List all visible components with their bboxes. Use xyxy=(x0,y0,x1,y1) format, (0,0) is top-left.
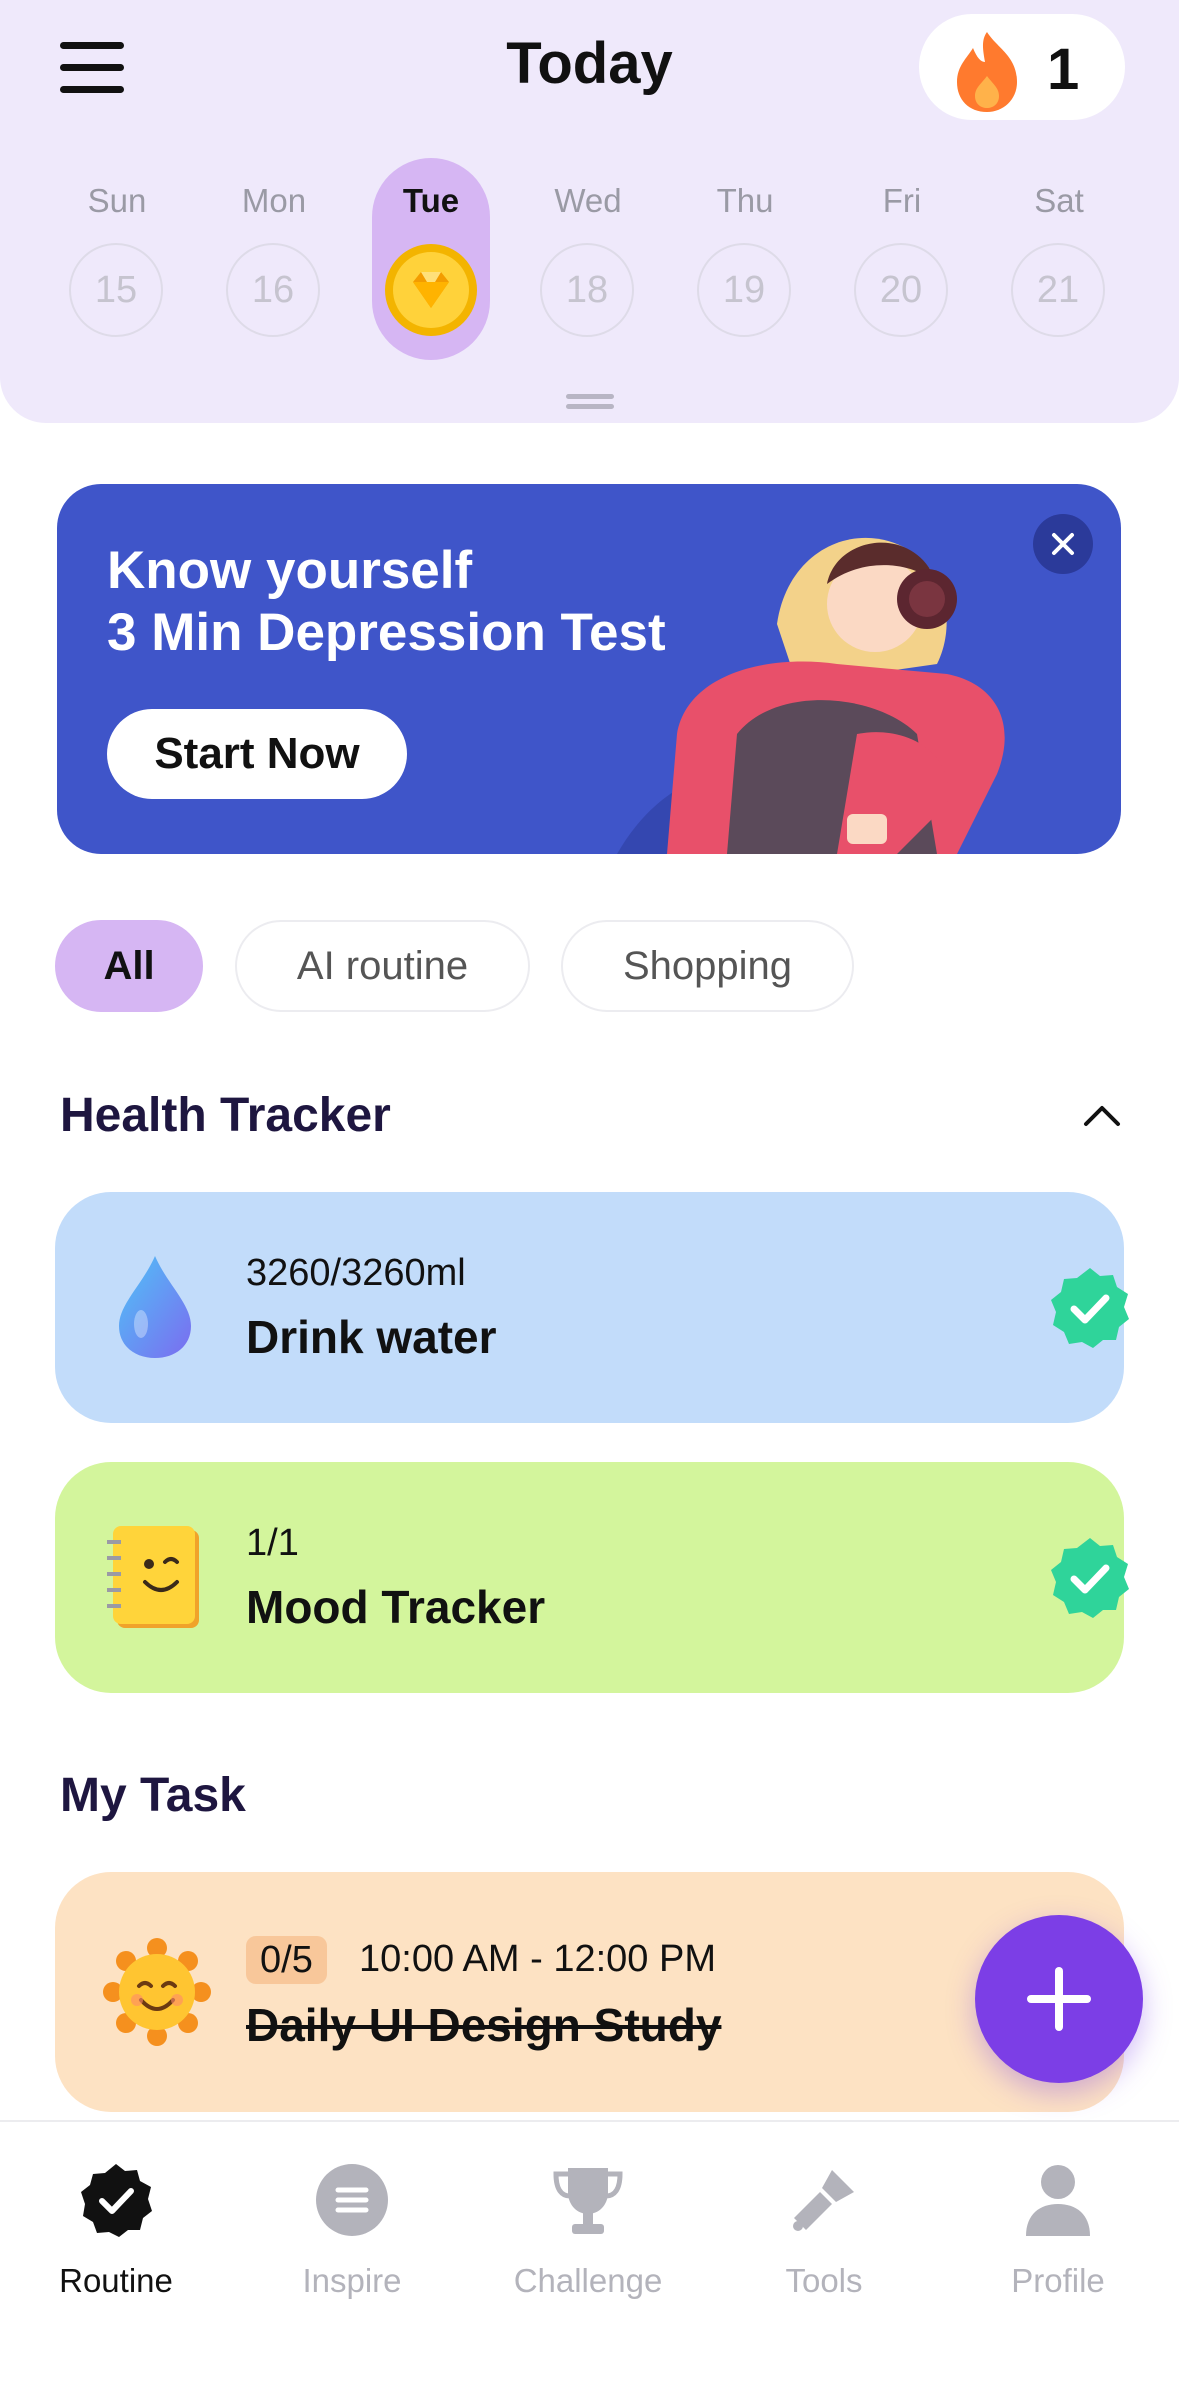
gem-coin-icon xyxy=(385,244,477,336)
water-title: Drink water xyxy=(246,1311,497,1363)
badge-check-icon xyxy=(81,2164,152,2237)
nav-label: Tools xyxy=(785,2262,863,2299)
task-progress-badge: 0/5 xyxy=(246,1936,327,1984)
day-label: Tue xyxy=(402,182,460,219)
sun-smile-icon xyxy=(103,1938,211,2046)
day-thu[interactable]: Thu 19 xyxy=(686,150,804,352)
promo-banner[interactable]: Know yourself 3 Min Depression Test Star… xyxy=(57,484,1121,854)
close-icon[interactable] xyxy=(1033,514,1093,574)
bottom-nav: Routine Inspire Challenge Tools Profile xyxy=(0,2120,1179,2398)
notebook-emoji-icon xyxy=(107,1526,199,1628)
nav-inspire[interactable]: Inspire xyxy=(252,2162,452,2312)
tools-icon xyxy=(793,2170,854,2231)
nav-profile[interactable]: Profile xyxy=(958,2162,1158,2312)
nav-label: Inspire xyxy=(302,2262,402,2299)
day-label: Sun xyxy=(87,182,147,219)
mood-title: Mood Tracker xyxy=(246,1581,546,1633)
mood-tracker-card[interactable]: 1/1 Mood Tracker xyxy=(55,1462,1129,1693)
chevron-up-icon[interactable] xyxy=(1080,1100,1124,1130)
inspire-icon xyxy=(316,2164,388,2236)
day-label: Thu xyxy=(716,182,774,219)
week-strip: Sun 15 Mon 16 Tue Wed 18 Thu 19 Fri 20 S… xyxy=(0,150,1179,360)
water-progress: 3260/3260ml xyxy=(246,1252,466,1294)
nav-challenge[interactable]: Challenge xyxy=(488,2162,688,2312)
drag-handle[interactable] xyxy=(566,394,614,410)
filter-chip-ai-routine[interactable]: AI routine xyxy=(235,920,530,1012)
day-sun[interactable]: Sun 15 xyxy=(58,150,176,352)
nav-label: Profile xyxy=(1011,2262,1105,2299)
day-label: Mon xyxy=(241,182,307,219)
day-label: Sat xyxy=(1034,182,1084,219)
day-wed[interactable]: Wed 18 xyxy=(529,150,647,352)
streak-badge[interactable]: 1 xyxy=(919,14,1125,120)
day-date: 19 xyxy=(697,243,791,337)
day-label: Wed xyxy=(554,182,622,219)
banner-headline: Know yourself xyxy=(107,541,473,600)
water-drop-icon xyxy=(119,1256,191,1358)
start-now-button[interactable]: Start Now xyxy=(107,709,407,799)
day-tue[interactable]: Tue xyxy=(372,158,490,360)
banner-subheadline: 3 Min Depression Test xyxy=(107,603,666,662)
day-date: 15 xyxy=(69,243,163,337)
nav-tools[interactable]: Tools xyxy=(724,2162,924,2312)
nav-label: Challenge xyxy=(513,2262,663,2299)
day-date: 21 xyxy=(1011,243,1105,337)
day-label: Fri xyxy=(882,182,922,219)
day-date: 16 xyxy=(226,243,320,337)
streak-count: 1 xyxy=(1047,37,1080,102)
task-card[interactable]: 0/5 10:00 AM - 12:00 PM Daily UI Design … xyxy=(55,1872,1124,2112)
filter-chip-all[interactable]: All xyxy=(55,920,203,1012)
health-tracker-title: Health Tracker xyxy=(60,1089,391,1142)
mood-progress: 1/1 xyxy=(246,1522,299,1564)
filter-chip-shopping[interactable]: Shopping xyxy=(561,920,854,1012)
drink-water-card[interactable]: 3260/3260ml Drink water xyxy=(55,1192,1129,1423)
add-task-button[interactable] xyxy=(975,1915,1143,2083)
day-sat[interactable]: Sat 21 xyxy=(1000,150,1118,352)
day-fri[interactable]: Fri 20 xyxy=(843,150,961,352)
checkmark-badge-icon[interactable] xyxy=(1048,1536,1132,1620)
checkmark-badge-icon[interactable] xyxy=(1048,1266,1132,1350)
trophy-icon xyxy=(553,2168,623,2234)
day-date: 20 xyxy=(854,243,948,337)
task-title: Daily UI Design Study xyxy=(246,1999,722,2051)
nav-routine[interactable]: Routine xyxy=(16,2162,216,2312)
task-time: 10:00 AM - 12:00 PM xyxy=(359,1938,716,1980)
day-date: 18 xyxy=(540,243,634,337)
my-task-title: My Task xyxy=(60,1769,246,1822)
day-mon[interactable]: Mon 16 xyxy=(215,150,333,352)
flame-icon xyxy=(957,32,1017,112)
header: Today 1 Sun 15 Mon 16 Tue Wed 18 Thu 19 … xyxy=(0,0,1179,423)
nav-label: Routine xyxy=(59,2262,173,2299)
person-icon xyxy=(1026,2165,1090,2236)
